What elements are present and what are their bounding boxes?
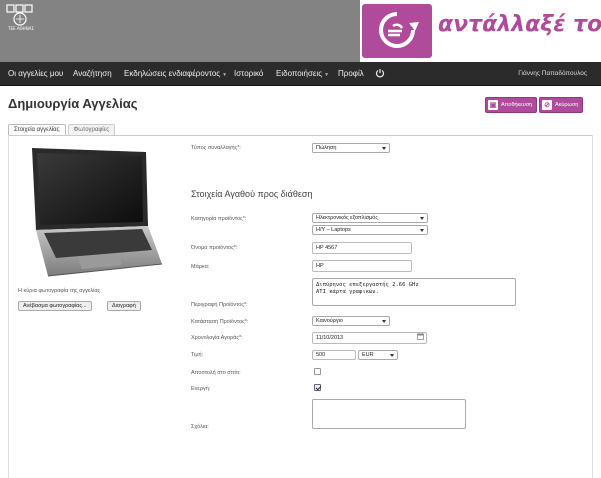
description-label: Περιγραφή Προϊόντος*: xyxy=(191,302,248,308)
chevron-down-icon xyxy=(382,320,386,323)
cancel-button-label: Ακύρωση xyxy=(555,102,579,108)
nav-history[interactable]: Ιστορικό xyxy=(234,69,263,78)
product-name-input[interactable]: HP 4567 xyxy=(312,242,412,254)
select-value: Η/Υ – Laptops xyxy=(316,227,351,233)
save-button[interactable]: ▣ Αποθήκευση xyxy=(485,97,538,113)
tee-logo[interactable]: ΤΕΕ ΑΘΗΝΑΣ xyxy=(4,4,36,36)
brand-name: αντάλλαξέ το! xyxy=(438,12,601,37)
section-title: Στοιχεία Αγαθού προς διάθεση xyxy=(191,189,313,199)
chevron-down-icon xyxy=(420,229,424,232)
nav-label: Προφίλ xyxy=(338,69,364,78)
select-value: Καινούργιο xyxy=(316,318,343,324)
description-line: ATI κάρτα γραφικών. xyxy=(316,289,379,295)
nav-interest-expressions[interactable]: Εκδηλώσεις ενδιαφέροντος ▼ xyxy=(124,69,227,78)
chevron-down-icon xyxy=(390,354,394,357)
currency-select[interactable]: EUR xyxy=(358,350,398,360)
nav-profile[interactable]: Προφίλ xyxy=(338,69,364,78)
nav-label: Εκδηλώσεις ενδιαφέροντος xyxy=(124,69,221,78)
save-button-label: Αποθήκευση xyxy=(501,102,533,108)
chevron-down-icon xyxy=(420,217,424,220)
description-textarea[interactable]: Διπύρηνος επεξεργαστής 2.66 GHz ATI κάρτ… xyxy=(312,278,516,306)
price-label: Τιμή: xyxy=(191,352,204,358)
app-header: ΤΕΕ ΑΘΗΝΑΣ αντάλλαξέ το! xyxy=(0,0,601,62)
select-value: Ηλεκτρονικός εξοπλισμός xyxy=(316,215,378,221)
chevron-down-icon: ▼ xyxy=(222,72,228,78)
nav-label: Οι αγγελίες μου xyxy=(8,69,64,78)
nav-notifications[interactable]: Ειδοποιήσεις ▼ xyxy=(276,69,329,78)
nav-search[interactable]: Αναζήτηση xyxy=(73,69,112,78)
active-checkbox[interactable] xyxy=(314,384,321,391)
user-name[interactable]: Γιάννης Παπαδόπουλος xyxy=(518,70,587,77)
purchase-date-input[interactable]: 11/10/2013 xyxy=(312,332,427,344)
price-input[interactable]: 500 xyxy=(312,350,356,360)
delete-photo-button[interactable]: Διαγραφή xyxy=(107,301,141,311)
brand-banner[interactable]: αντάλλαξέ το! xyxy=(360,0,601,62)
floppy-disk-icon: ▣ xyxy=(488,100,498,110)
product-name-label: Όνομα προϊόντος*: xyxy=(191,245,238,251)
active-label: Ενεργή: xyxy=(191,386,211,392)
select-value: EUR xyxy=(362,352,374,358)
condition-label: Κατάσταση Προϊόντος*: xyxy=(191,319,249,325)
purchase-date-label: Χρονολογία Αγοράς*: xyxy=(191,335,243,341)
nav-my-ads[interactable]: Οι αγγελίες μου xyxy=(8,69,63,78)
power-icon[interactable] xyxy=(375,68,385,78)
transaction-type-label: Τύπος συναλλαγής*: xyxy=(191,145,241,151)
transaction-type-select[interactable]: Πώληση xyxy=(312,143,390,153)
subcategory-select[interactable]: Η/Υ – Laptops xyxy=(312,225,428,235)
nav-label: Αναζήτηση xyxy=(73,69,112,78)
nav-label: Ιστορικό xyxy=(234,69,264,78)
brand-exchange-icon xyxy=(362,4,432,58)
chevron-down-icon xyxy=(382,147,386,150)
calendar-icon[interactable] xyxy=(417,333,424,340)
photo-caption: Η κύρια φωτογραφία της αγγελίας xyxy=(18,288,101,294)
product-photo xyxy=(32,148,162,277)
select-value: Πώληση xyxy=(316,145,337,151)
nav-label: Ειδοποιήσεις xyxy=(276,69,323,78)
page-title: Δημιουργία Αγγελίας xyxy=(8,96,138,111)
comments-textarea[interactable] xyxy=(312,399,466,429)
cancel-button[interactable]: ⊘ Ακύρωση xyxy=(539,97,584,113)
condition-select[interactable]: Καινούργιο xyxy=(312,316,390,326)
shipping-label: Αποστολή στο σπίτι: xyxy=(191,370,241,376)
brand-input[interactable]: HP xyxy=(312,260,412,272)
category-label: Κατηγορία προϊόντος*: xyxy=(191,216,247,222)
shipping-checkbox[interactable] xyxy=(314,368,321,375)
ban-icon: ⊘ xyxy=(542,100,552,110)
brand-label: Μάρκα: xyxy=(191,264,210,270)
comments-label: Σχόλια: xyxy=(191,424,209,430)
upload-photo-button[interactable]: Ανέβασμα φωτογραφίας... xyxy=(18,301,92,311)
main-navbar: Οι αγγελίες μου Αναζήτηση Εκδηλώσεις ενδ… xyxy=(0,62,601,86)
chevron-down-icon: ▼ xyxy=(324,72,330,78)
category-select[interactable]: Ηλεκτρονικός εξοπλισμός xyxy=(312,213,428,223)
tee-logo-icon xyxy=(6,4,33,26)
logo-caption: ΤΕΕ ΑΘΗΝΑΣ xyxy=(8,26,34,31)
description-line: Διπύρηνος επεξεργαστής 2.66 GHz xyxy=(316,282,419,288)
